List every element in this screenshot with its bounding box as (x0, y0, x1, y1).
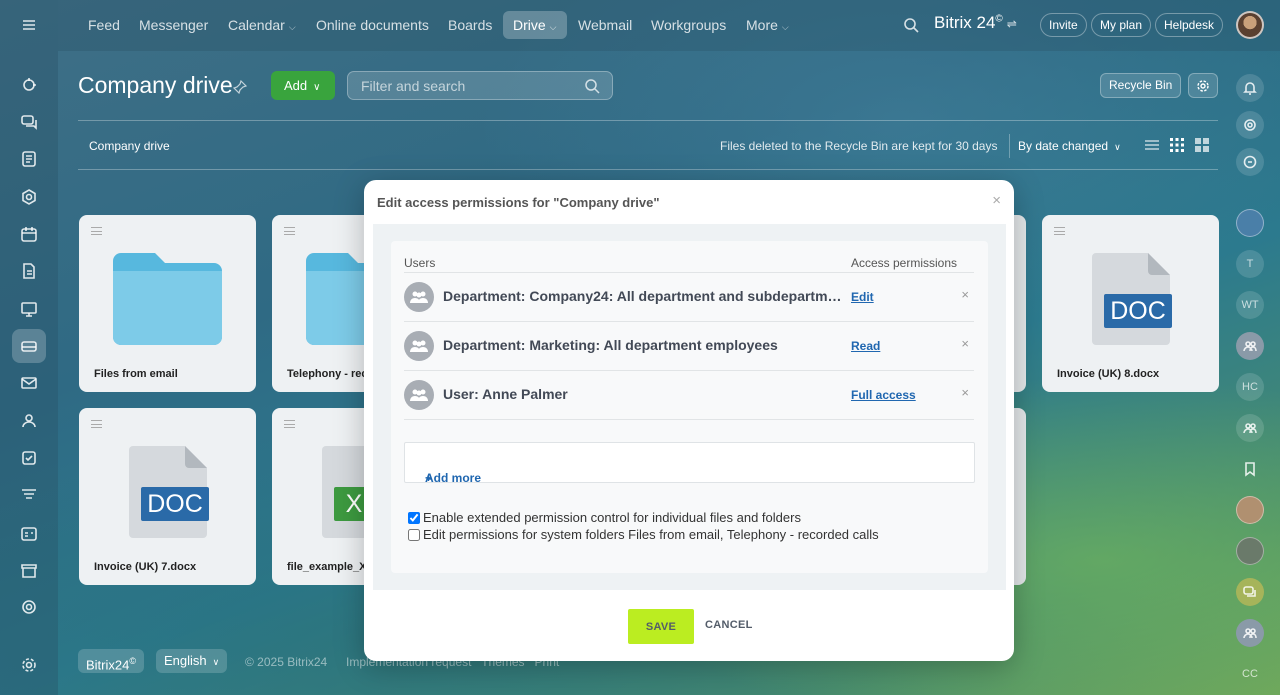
permission-row: Department: Marketing: All department em… (404, 321, 974, 370)
permissions-dialog: Edit access permissions for "Company dri… (364, 180, 1014, 661)
save-button[interactable]: SAVE (628, 609, 694, 644)
extended-permissions-option[interactable]: Enable extended permission control for i… (408, 510, 801, 525)
permissions-column-header: Access permissions (851, 256, 958, 270)
permission-subject: Department: Company24: All department an… (443, 288, 843, 304)
permission-level-link[interactable]: Edit (851, 290, 874, 304)
extended-permissions-checkbox[interactable] (408, 511, 420, 524)
permission-row: User: Anne Palmer Full access × (404, 370, 974, 419)
system-folders-checkbox[interactable] (408, 528, 420, 541)
dialog-title: Edit access permissions for "Company dri… (377, 195, 660, 210)
close-icon[interactable]: × (992, 192, 1001, 209)
remove-icon[interactable]: × (961, 336, 969, 351)
remove-icon[interactable]: × (961, 385, 969, 400)
permission-level-link[interactable]: Full access (851, 388, 916, 402)
permission-level-link[interactable]: Read (851, 339, 880, 353)
users-column-header: Users (404, 256, 436, 270)
permission-subject: User: Anne Palmer (443, 386, 568, 402)
user-group-icon (404, 380, 434, 410)
permission-row: Department: Company24: All department an… (404, 272, 974, 321)
remove-icon[interactable]: × (961, 287, 969, 302)
permission-subject: Department: Marketing: All department em… (443, 337, 778, 353)
department-icon (404, 331, 434, 361)
permissions-panel: Users Access permissions Department: Com… (391, 241, 988, 573)
cancel-button[interactable]: CANCEL (705, 619, 753, 631)
department-icon (404, 282, 434, 312)
dialog-body: Users Access permissions Department: Com… (373, 224, 1006, 590)
system-folders-option[interactable]: Edit permissions for system folders File… (408, 527, 879, 542)
add-more-button[interactable]: + Add more (404, 442, 975, 485)
divider (404, 419, 974, 420)
